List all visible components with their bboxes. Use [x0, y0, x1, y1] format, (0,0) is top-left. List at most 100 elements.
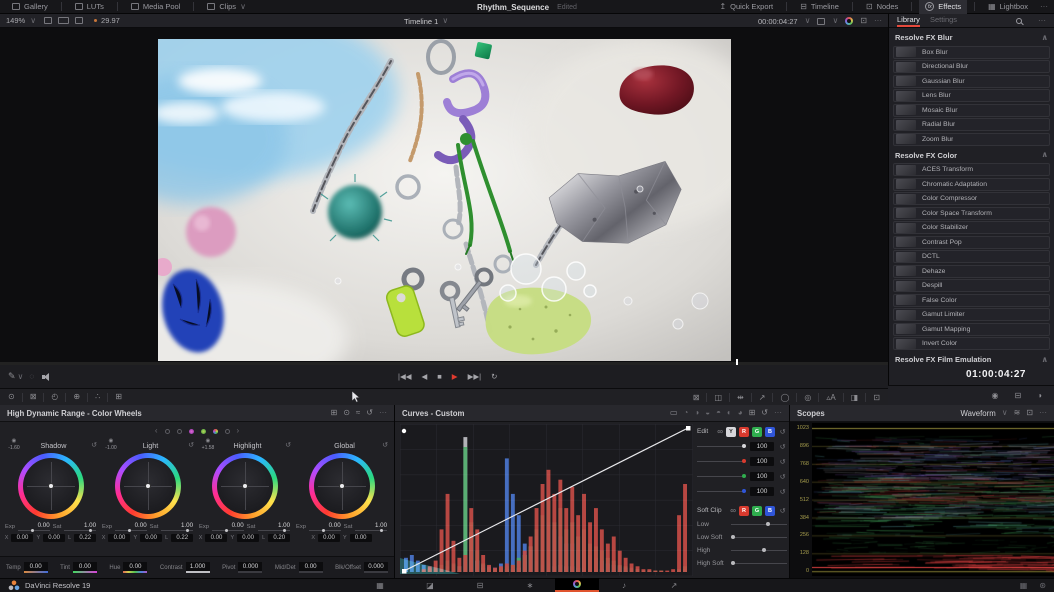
enhanced-view-icon[interactable]: [75, 17, 83, 24]
highlight-color-wheel[interactable]: [212, 453, 278, 519]
expand-viewer-icon[interactable]: ⊡: [860, 17, 867, 25]
y-value[interactable]: 0.00: [237, 534, 259, 542]
go-to-start-icon[interactable]: |◀◀: [398, 373, 411, 381]
page-cut-button[interactable]: ◪: [405, 578, 455, 592]
split-view-icon[interactable]: [58, 17, 69, 24]
l-value[interactable]: 0.22: [171, 534, 193, 542]
viewer-zoom-level[interactable]: 149%: [6, 16, 25, 25]
clips-button[interactable]: Clips∨: [201, 0, 252, 14]
loop-icon[interactable]: ↻: [491, 373, 497, 381]
contrast-icon[interactable]: ◑: [1037, 392, 1042, 400]
high-soft-slider[interactable]: [731, 563, 787, 564]
expand-panel-icon[interactable]: ⊡: [1026, 409, 1033, 417]
global-color-wheel[interactable]: [309, 453, 375, 519]
exp-slider[interactable]: 0.00: [309, 522, 341, 531]
settings-gear-icon[interactable]: ⊛: [1039, 582, 1046, 590]
curve-sat-vs-sat-icon[interactable]: ◐: [727, 409, 732, 417]
quick-export-button[interactable]: ↥Quick Export: [713, 0, 779, 14]
curve-graph[interactable]: [400, 424, 693, 576]
still-grab-icon[interactable]: [817, 18, 825, 25]
split-screen-icon[interactable]: ⇹: [737, 394, 744, 402]
channel-y-button[interactable]: Y: [726, 427, 736, 437]
viewer-timecode[interactable]: 00:00:04:27: [758, 17, 798, 26]
curve-sat-vs-lum-icon[interactable]: ◕: [738, 409, 743, 417]
x-value[interactable]: 0.00: [108, 534, 130, 542]
pivot-value[interactable]: 0.000: [238, 562, 262, 573]
curve-lum-vs-sat-icon[interactable]: ◓: [716, 409, 721, 417]
reset-icon[interactable]: ↺: [778, 428, 787, 436]
pager-dot-rainbow[interactable]: [213, 429, 218, 434]
high-slider[interactable]: [731, 550, 787, 551]
soft-clip-b-button[interactable]: B: [765, 506, 775, 516]
play-icon[interactable]: ▶: [452, 373, 458, 381]
page-deliver-button[interactable]: ↗: [649, 578, 699, 592]
exp-slider[interactable]: 0.00: [212, 522, 244, 531]
reset-icon[interactable]: ↺: [374, 441, 388, 449]
reference-still-icon[interactable]: ◫: [714, 394, 722, 402]
annotation-pen-icon[interactable]: ✎: [8, 372, 16, 381]
step-forward-icon[interactable]: ▶▶|: [468, 373, 481, 381]
color-viewer-icon[interactable]: [845, 17, 853, 25]
shadow-color-wheel[interactable]: [18, 453, 84, 519]
fx-item[interactable]: Color Stabilizer: [893, 221, 1050, 234]
timecodes-icon[interactable]: ◴: [51, 393, 58, 401]
bypass-grades-icon[interactable]: ◌: [29, 373, 34, 381]
tab-library[interactable]: Library: [897, 14, 920, 27]
luma-gain-value[interactable]: 100: [750, 442, 774, 451]
zone-range-control[interactable]: ◉-1.00: [101, 439, 121, 451]
reset-icon[interactable]: ↺: [180, 441, 194, 449]
gallery-button[interactable]: Gallery: [6, 0, 54, 14]
sat-slider[interactable]: 1.00: [355, 522, 387, 531]
more-options-icon[interactable]: ···: [1040, 3, 1048, 11]
reset-panel-icon[interactable]: ↺: [366, 409, 373, 417]
safe-area-icon[interactable]: ⊞: [115, 393, 122, 401]
y-value[interactable]: 0.00: [350, 534, 372, 542]
fx-item[interactable]: Zoom Blur: [893, 133, 1050, 146]
black-offset-value[interactable]: 0.000: [364, 562, 388, 573]
sat-slider[interactable]: 1.00: [161, 522, 193, 531]
expand-panel-icon[interactable]: ⊞: [749, 409, 756, 417]
page-fairlight-button[interactable]: ♪: [599, 578, 649, 592]
x-value[interactable]: 0.00: [318, 534, 340, 542]
reset-icon[interactable]: ↺: [83, 441, 97, 449]
red-gain-value[interactable]: 100: [750, 457, 774, 466]
fx-item[interactable]: Despill: [893, 279, 1050, 292]
fx-item[interactable]: Lens Blur: [893, 89, 1050, 102]
fx-section-header[interactable]: Resolve FX Blur∧: [889, 31, 1054, 44]
fx-item[interactable]: Invert Color: [893, 337, 1050, 350]
zone-range-control[interactable]: ◉+1.58: [198, 439, 218, 451]
sat-slider[interactable]: 1.00: [258, 522, 290, 531]
more-options-icon[interactable]: ···: [1039, 409, 1047, 417]
project-manager-icon[interactable]: ▦: [1020, 582, 1028, 590]
reset-icon[interactable]: ↺: [778, 507, 787, 515]
link-channels-icon[interactable]: ∞: [717, 428, 723, 436]
pager-dot-magenta[interactable]: [189, 429, 194, 434]
reset-icon[interactable]: ↺: [778, 488, 787, 496]
green-gain-value[interactable]: 100: [750, 472, 774, 481]
fx-item[interactable]: Directional Blur: [893, 60, 1050, 73]
fx-item[interactable]: Radial Blur: [893, 118, 1050, 131]
curve-hue-vs-hue-icon[interactable]: ◔: [684, 409, 689, 417]
contrast-value[interactable]: 1.000: [186, 562, 210, 573]
luts-button[interactable]: LUTs: [69, 0, 110, 14]
reset-icon[interactable]: ↺: [778, 443, 787, 451]
magic-mask-icon[interactable]: ▵A: [826, 394, 835, 402]
search-icon[interactable]: [1016, 18, 1022, 24]
red-gain-slider[interactable]: [697, 461, 746, 462]
fullscreen-icon[interactable]: ⊡: [873, 394, 880, 402]
timeline-selector[interactable]: Timeline 1 ∨: [404, 14, 448, 28]
page-fusion-button[interactable]: ∗: [505, 578, 555, 592]
l-value[interactable]: 0.20: [268, 534, 290, 542]
reset-panel-icon[interactable]: ↺: [761, 409, 768, 417]
mid-detail-value[interactable]: 0.00: [299, 562, 323, 573]
fx-item[interactable]: Box Blur: [893, 46, 1050, 59]
tab-settings[interactable]: Settings: [930, 14, 957, 27]
power-window-icon[interactable]: ◯: [780, 394, 789, 402]
single-view-icon[interactable]: [44, 17, 52, 24]
more-options-icon[interactable]: ···: [774, 409, 782, 417]
soft-clip-g-button[interactable]: G: [752, 506, 762, 516]
curves-overlay-icon[interactable]: ⊠: [693, 394, 700, 402]
blue-gain-value[interactable]: 100: [750, 487, 774, 496]
fx-item[interactable]: ACES Transform: [893, 163, 1050, 176]
zone-graph-icon[interactable]: ⊙: [343, 409, 350, 417]
